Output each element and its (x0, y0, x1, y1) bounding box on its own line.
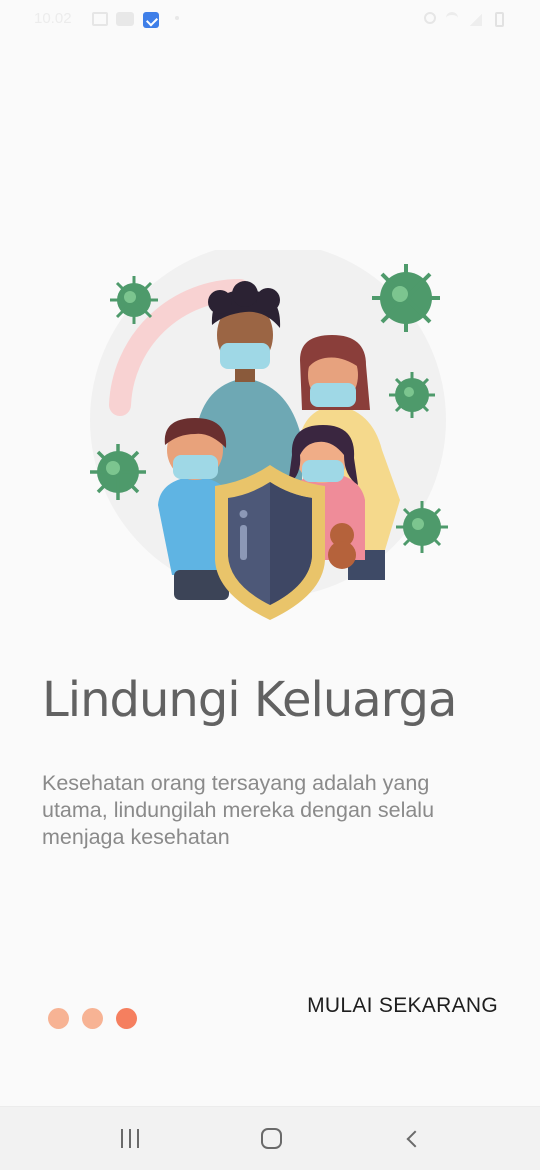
message-icon (116, 12, 134, 26)
start-now-button[interactable]: MULAI SEKARANG (307, 990, 498, 1022)
back-button[interactable] (393, 1123, 433, 1155)
family-illustration (90, 250, 448, 620)
onboarding-title: Lindungi Keluarga (42, 672, 457, 728)
battery-icon (495, 12, 504, 27)
wifi-icon (446, 12, 458, 24)
shield-icon (215, 465, 325, 620)
system-navigation-bar (0, 1106, 540, 1170)
page-dot-active (116, 1008, 137, 1029)
face-mask (310, 383, 356, 407)
app-notification-icon (143, 12, 159, 28)
face-mask (302, 460, 344, 482)
signal-icon (470, 14, 482, 26)
home-button[interactable] (251, 1123, 291, 1155)
home-icon (261, 1128, 282, 1149)
onboarding-screen: 10.02 Lindungi Keluarga Kesehatan orang … (0, 0, 540, 1170)
alarm-icon (424, 12, 436, 24)
back-icon (406, 1130, 424, 1148)
face-mask (220, 343, 270, 369)
page-dot (82, 1008, 103, 1029)
page-dot (48, 1008, 69, 1029)
recent-apps-icon (121, 1129, 123, 1148)
onboarding-description: Kesehatan orang tersayang adalah yang ut… (42, 771, 435, 849)
gallery-icon (92, 12, 108, 26)
recent-apps-button[interactable] (111, 1123, 151, 1155)
status-bar: 10.02 (0, 0, 540, 40)
face-mask (173, 455, 218, 479)
status-time: 10.02 (34, 10, 72, 27)
dot-icon (175, 16, 179, 20)
